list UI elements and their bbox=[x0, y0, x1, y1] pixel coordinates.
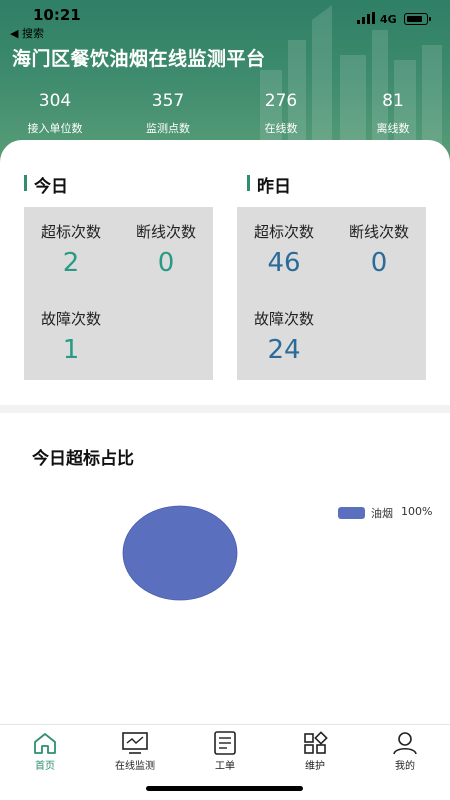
chart-title: 今日超标占比 bbox=[32, 449, 134, 469]
offline-value: 0 bbox=[370, 248, 388, 278]
stat-label: 监测点数 bbox=[146, 122, 190, 135]
fault-label: 故障次数 bbox=[40, 310, 101, 328]
status-time: 10:21 bbox=[33, 6, 81, 24]
legend-label: 油烟 bbox=[371, 507, 393, 520]
network-type: 4G bbox=[380, 13, 397, 26]
status-bar: 10:21 ◀ 搜索 4G bbox=[0, 0, 450, 40]
heading-accent bbox=[24, 175, 27, 191]
yesterday-exceed: 超标次数 46 bbox=[237, 221, 331, 278]
section-divider bbox=[0, 405, 450, 413]
stat-label: 接入单位数 bbox=[27, 122, 83, 135]
stat-value: 81 bbox=[382, 91, 404, 111]
today-title: 今日 bbox=[34, 177, 68, 197]
tab-work-order[interactable]: 工单 bbox=[180, 731, 270, 775]
offline-label: 断线次数 bbox=[135, 223, 196, 241]
fault-label: 故障次数 bbox=[253, 310, 314, 328]
tab-label: 在线监测 bbox=[115, 761, 155, 772]
today-stats-card[interactable]: 超标次数 2 断线次数 0 故障次数 1 bbox=[24, 207, 213, 380]
stat-label: 离线数 bbox=[376, 122, 410, 135]
today-fault: 故障次数 1 bbox=[24, 308, 118, 365]
stat-connected-units: 304 接入单位数 bbox=[5, 90, 105, 136]
stat-label: 在线数 bbox=[264, 122, 298, 135]
yesterday-stats-card[interactable]: 超标次数 46 断线次数 0 故障次数 24 bbox=[237, 207, 426, 380]
yesterday-offline: 断线次数 0 bbox=[332, 221, 426, 278]
app-title: 海门区餐饮油烟在线监测平台 bbox=[12, 48, 266, 70]
stat-value: 357 bbox=[151, 91, 185, 111]
user-icon bbox=[393, 732, 417, 755]
back-to-search-link[interactable]: ◀ 搜索 bbox=[10, 25, 44, 41]
tab-label: 首页 bbox=[35, 761, 55, 772]
home-indicator bbox=[146, 786, 303, 791]
offline-label: 断线次数 bbox=[348, 223, 409, 241]
fault-value: 1 bbox=[62, 335, 80, 365]
tab-label: 维护 bbox=[305, 761, 325, 772]
tab-maintenance[interactable]: 维护 bbox=[270, 731, 360, 775]
heading-accent bbox=[247, 175, 250, 191]
today-exceed: 超标次数 2 bbox=[24, 221, 118, 278]
stat-value: 276 bbox=[264, 91, 298, 111]
stat-value: 304 bbox=[38, 91, 72, 111]
fault-value: 24 bbox=[267, 335, 301, 365]
pie-slice-油烟[interactable] bbox=[122, 505, 238, 601]
yesterday-fault: 故障次数 24 bbox=[237, 308, 331, 365]
exceed-value: 2 bbox=[62, 248, 80, 278]
stat-monitoring-points: 357 监测点数 bbox=[118, 90, 218, 136]
daily-summary-panel: 今日 昨日 超标次数 2 断线次数 0 故障次数 1 超标次数 46 断线次数 … bbox=[0, 140, 450, 405]
legend-percent: 100% bbox=[401, 505, 433, 518]
exceed-value: 46 bbox=[267, 248, 301, 278]
signal-icon bbox=[357, 12, 375, 24]
grid-icon bbox=[304, 731, 328, 754]
exceed-label: 超标次数 bbox=[40, 223, 101, 241]
tab-online-monitoring[interactable]: 在线监测 bbox=[90, 731, 180, 775]
tab-home[interactable]: 首页 bbox=[0, 731, 90, 775]
exceed-label: 超标次数 bbox=[253, 223, 314, 241]
stat-offline: 81 离线数 bbox=[343, 90, 443, 136]
stat-online: 276 在线数 bbox=[231, 90, 331, 136]
home-icon bbox=[34, 733, 56, 754]
yesterday-title: 昨日 bbox=[257, 177, 291, 197]
tab-profile[interactable]: 我的 bbox=[360, 731, 450, 775]
tab-label: 我的 bbox=[395, 761, 415, 772]
legend-swatch bbox=[338, 507, 365, 519]
tab-label: 工单 bbox=[215, 761, 235, 772]
battery-icon bbox=[404, 13, 431, 25]
offline-value: 0 bbox=[157, 248, 175, 278]
today-offline: 断线次数 0 bbox=[119, 221, 213, 278]
summary-stats: 304 接入单位数 357 监测点数 276 在线数 81 离线数 bbox=[0, 90, 450, 140]
monitor-icon bbox=[122, 732, 148, 754]
document-icon bbox=[214, 731, 236, 755]
